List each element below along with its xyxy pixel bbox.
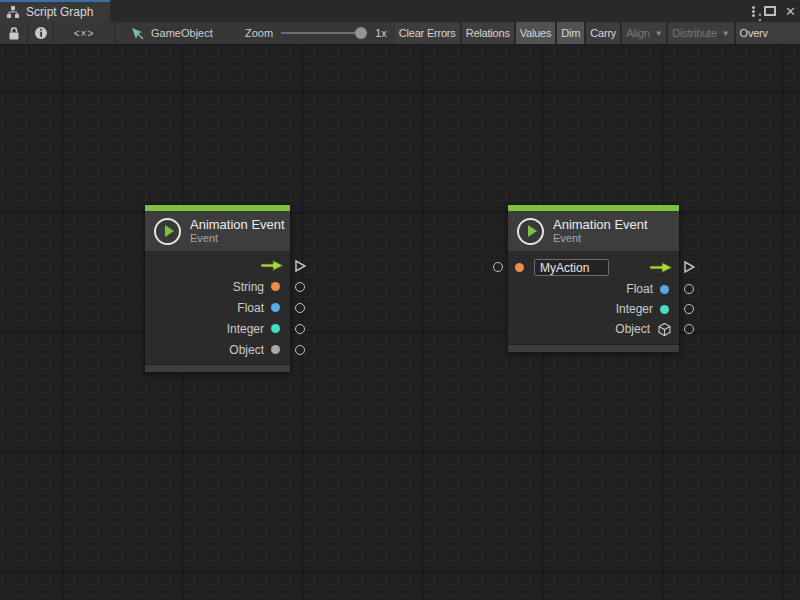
- script-graph-icon: [6, 5, 20, 19]
- play-icon: [517, 218, 544, 245]
- info-icon[interactable]: [28, 22, 53, 44]
- trigger-output-row: [145, 255, 290, 276]
- integer-port-dot: [660, 305, 669, 314]
- node-title: Animation Event: [190, 217, 285, 232]
- integer-port[interactable]: [295, 324, 305, 334]
- integer-port[interactable]: [684, 304, 694, 314]
- kebab-menu-icon[interactable]: ⋮: [752, 10, 755, 13]
- node-footer: [145, 364, 290, 372]
- gameobject-icon: [131, 27, 144, 40]
- node-animation-event-left[interactable]: Animation Event Event String Float: [144, 204, 291, 373]
- string-port-dot: [515, 263, 524, 272]
- cube-icon: [657, 322, 672, 337]
- port-row-object: Object: [145, 339, 290, 360]
- tab-label: Script Graph: [26, 5, 93, 19]
- string-port[interactable]: [295, 282, 305, 292]
- flow-port[interactable]: [294, 260, 306, 272]
- node-subtitle: Event: [190, 232, 285, 245]
- port-row-integer: Integer: [145, 318, 290, 339]
- carry-button[interactable]: Carry: [586, 22, 620, 44]
- zoom-slider[interactable]: [281, 22, 367, 44]
- port-row-float: Float: [145, 297, 290, 318]
- dim-button[interactable]: Dim: [557, 22, 584, 44]
- object-port-dot: [271, 345, 280, 354]
- lock-icon[interactable]: [0, 22, 27, 44]
- float-port[interactable]: [684, 284, 694, 294]
- close-icon[interactable]: ✕: [785, 4, 796, 19]
- port-row-string: String: [145, 276, 290, 297]
- gameobject-label: GameObject: [151, 27, 213, 39]
- align-button[interactable]: Align▼: [622, 22, 666, 44]
- gameobject-selector[interactable]: GameObject: [115, 22, 235, 44]
- flow-arrow-icon: [649, 261, 673, 274]
- maximize-icon[interactable]: [764, 6, 776, 16]
- float-port[interactable]: [295, 303, 305, 313]
- node-animation-event-right[interactable]: Animation Event Event Float: [507, 204, 680, 353]
- code-icon[interactable]: <×>: [54, 22, 114, 44]
- clear-errors-button[interactable]: Clear Errors: [395, 22, 460, 44]
- window-titlebar: Script Graph ⋮ ✕: [0, 0, 800, 22]
- node-title: Animation Event: [553, 217, 648, 232]
- float-port-dot: [660, 285, 669, 294]
- node-footer: [508, 344, 679, 352]
- flow-arrow-icon: [260, 259, 284, 272]
- string-port-dot: [271, 282, 280, 291]
- string-input-port[interactable]: [493, 262, 503, 272]
- zoom-value: 1x: [375, 27, 387, 39]
- node-subtitle: Event: [553, 232, 648, 245]
- object-port[interactable]: [684, 324, 694, 334]
- values-button[interactable]: Values: [516, 22, 556, 44]
- node-header[interactable]: Animation Event Event: [145, 211, 290, 251]
- distribute-button[interactable]: Distribute▼: [668, 22, 733, 44]
- action-input-row: [508, 255, 679, 279]
- toolbar: <×> GameObject Zoom 1x Clear Errors Rela…: [0, 22, 800, 45]
- object-port[interactable]: [295, 345, 305, 355]
- port-row-object: Object: [508, 319, 679, 339]
- play-icon: [154, 218, 181, 245]
- port-row-integer: Integer: [508, 299, 679, 319]
- action-name-input[interactable]: [534, 259, 609, 276]
- graph-canvas[interactable]: Animation Event Event String Float: [0, 45, 800, 600]
- node-header[interactable]: Animation Event Event: [508, 211, 679, 251]
- integer-port-dot: [271, 324, 280, 333]
- port-row-float: Float: [508, 279, 679, 299]
- float-port-dot: [271, 303, 280, 312]
- chevron-down-icon: ▼: [722, 29, 730, 38]
- chevron-down-icon: ▼: [655, 29, 663, 38]
- overview-button[interactable]: Overv: [736, 22, 800, 44]
- relations-button[interactable]: Relations: [462, 22, 514, 44]
- tab-script-graph[interactable]: Script Graph: [0, 0, 110, 22]
- zoom-control: Zoom 1x: [245, 22, 395, 44]
- zoom-slider-thumb[interactable]: [355, 27, 367, 39]
- flow-port[interactable]: [683, 261, 695, 273]
- zoom-label: Zoom: [245, 27, 273, 39]
